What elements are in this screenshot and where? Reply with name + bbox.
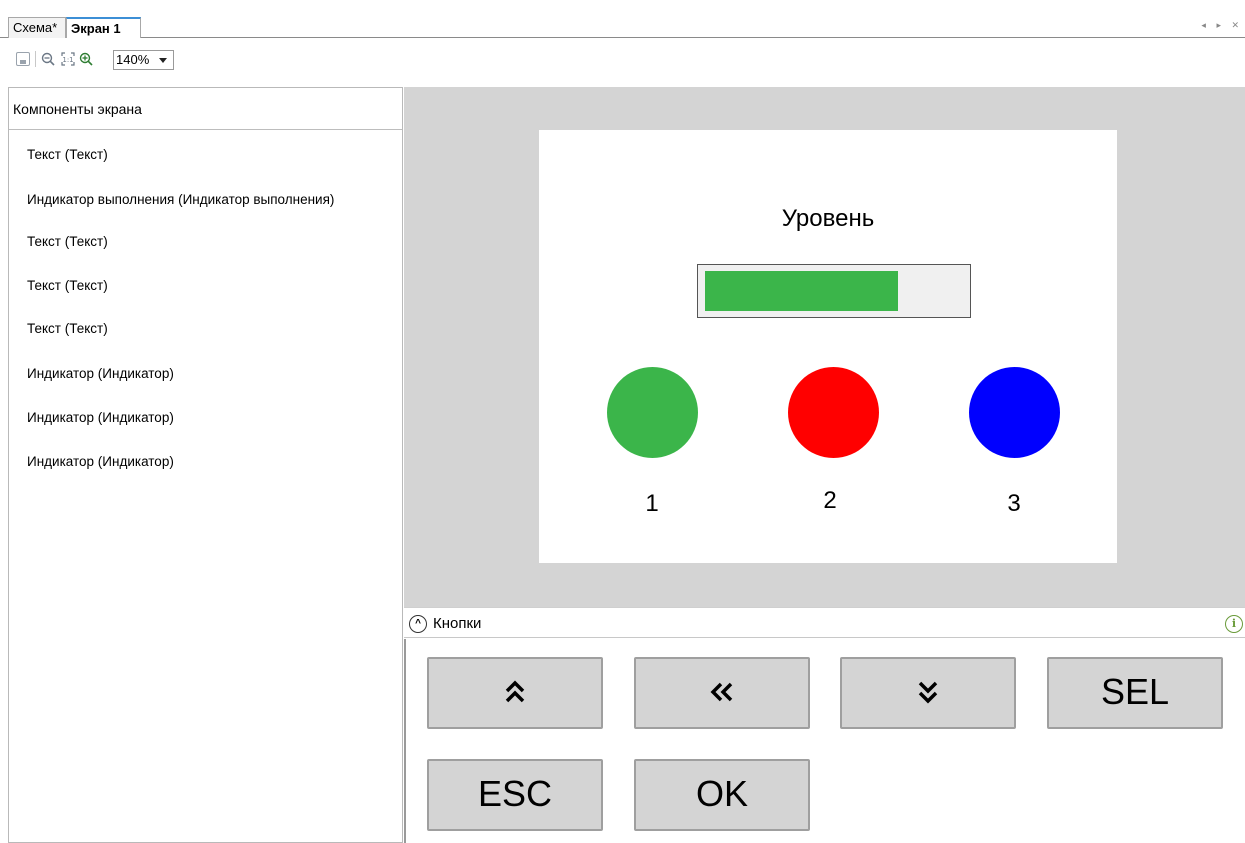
buttons-panel-body: SEL ESC OK [404, 639, 1245, 843]
indicator-label-3[interactable]: 3 [994, 490, 1034, 518]
indicator-lamp-1[interactable] [607, 367, 698, 458]
tab-bar: Схема* Экран 1 ◂ ▸ ✕ [0, 0, 1245, 39]
down-button[interactable] [840, 657, 1016, 729]
panel-title: Компоненты экрана [9, 88, 402, 130]
component-item[interactable]: Индикатор выполнения (Индикатор выполнен… [27, 192, 334, 207]
double-chevron-down-icon [918, 681, 938, 704]
fit-icon[interactable]: 1:1 [61, 52, 75, 66]
screen-title-text[interactable]: Уровень [539, 205, 1117, 233]
screen-components-panel: Компоненты экрана Текст (Текст) Индикато… [8, 87, 403, 843]
up-button[interactable] [427, 657, 603, 729]
esc-button[interactable]: ESC [427, 759, 603, 831]
zoom-out-icon[interactable] [41, 52, 55, 66]
indicator-lamp-3[interactable] [969, 367, 1060, 458]
app-window: Схема* Экран 1 ◂ ▸ ✕ 1:1 140% Компоненты… [0, 0, 1245, 843]
zoom-in-icon[interactable] [79, 52, 93, 66]
progress-bar[interactable] [697, 264, 971, 318]
buttons-panel-header: ^ Кнопки i [404, 608, 1245, 638]
ok-button[interactable]: OK [634, 759, 810, 831]
component-item[interactable]: Текст (Текст) [27, 278, 108, 293]
component-item[interactable]: Текст (Текст) [27, 147, 108, 162]
svg-text:1:1: 1:1 [62, 56, 73, 64]
save-icon[interactable] [16, 52, 30, 66]
double-chevron-up-icon [505, 680, 525, 703]
tab-scroll-arrows[interactable]: ◂ ▸ ✕ [1201, 20, 1243, 31]
toolbar-separator [35, 51, 36, 67]
tab-schema[interactable]: Схема* [8, 17, 66, 38]
progress-fill [705, 271, 898, 311]
indicator-label-2[interactable]: 2 [810, 487, 850, 515]
toolbar: 1:1 140% [8, 38, 1245, 86]
component-item[interactable]: Текст (Текст) [27, 234, 108, 249]
indicator-lamp-2[interactable] [788, 367, 879, 458]
chevron-down-icon [159, 58, 167, 63]
sel-button[interactable]: SEL [1047, 657, 1223, 729]
component-item[interactable]: Индикатор (Индикатор) [27, 366, 174, 381]
double-chevron-left-icon [710, 682, 733, 702]
chevron-up-icon[interactable]: ^ [409, 615, 427, 633]
component-item[interactable]: Текст (Текст) [27, 321, 108, 336]
left-button[interactable] [634, 657, 810, 729]
zoom-value: 140% [116, 52, 150, 67]
info-icon[interactable]: i [1225, 615, 1243, 633]
zoom-select[interactable]: 140% [113, 50, 174, 70]
component-item[interactable]: Индикатор (Индикатор) [27, 454, 174, 469]
device-screen[interactable]: Уровень 1 2 3 [539, 130, 1117, 563]
buttons-panel: ^ Кнопки i SEL ESC OK [404, 607, 1245, 843]
tab-screen-1[interactable]: Экран 1 [66, 17, 141, 39]
indicator-label-1[interactable]: 1 [632, 490, 672, 518]
window-edge [0, 0, 8, 843]
component-item[interactable]: Индикатор (Индикатор) [27, 410, 174, 425]
design-canvas: Уровень 1 2 3 [404, 87, 1245, 607]
buttons-panel-title: Кнопки [433, 615, 482, 632]
